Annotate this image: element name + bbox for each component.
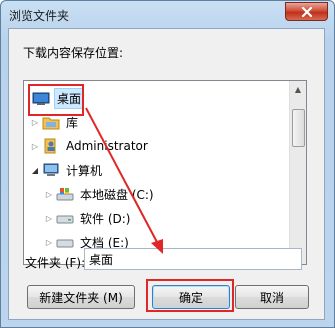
- annotation-arrow: [85, 107, 163, 254]
